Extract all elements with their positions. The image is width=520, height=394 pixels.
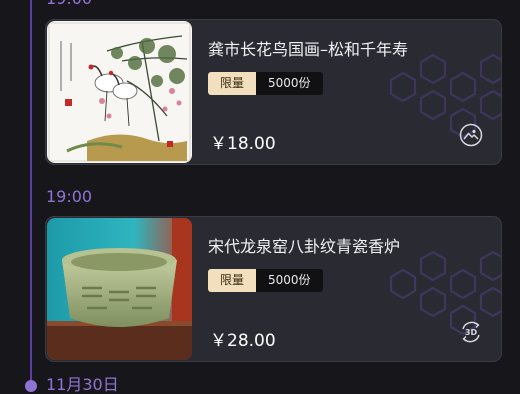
time-label: 19:00 <box>46 0 92 8</box>
svg-text:3D: 3D <box>465 328 478 337</box>
price: ￥28.00 <box>210 331 276 351</box>
limited-badge: 限量 <box>208 72 257 95</box>
time-label: 19:00 <box>46 187 93 206</box>
edition-count: 5000份 <box>256 72 323 95</box>
edition-tags: 限量 5000份 <box>208 269 323 292</box>
3d-icon[interactable]: 3D <box>459 320 483 344</box>
timeline-dot <box>25 380 37 392</box>
censer-thumbnail <box>47 218 192 360</box>
price: ￥18.00 <box>210 134 276 154</box>
edition-tags: 限量 5000份 <box>208 72 323 95</box>
collectible-card[interactable]: 宋代龙泉窑八卦纹青瓷香炉 限量 5000份 ￥28.00 3D <box>45 216 502 362</box>
edition-count: 5000份 <box>256 269 323 292</box>
timeline-line <box>30 0 32 390</box>
collectible-card[interactable]: 龚市长花鸟国画–松和千年寿 限量 5000份 ￥18.00 <box>45 19 502 165</box>
image-icon[interactable] <box>459 123 483 147</box>
limited-badge: 限量 <box>208 269 257 292</box>
painting-thumbnail <box>47 21 192 163</box>
date-label: 11月30日 <box>46 375 119 394</box>
